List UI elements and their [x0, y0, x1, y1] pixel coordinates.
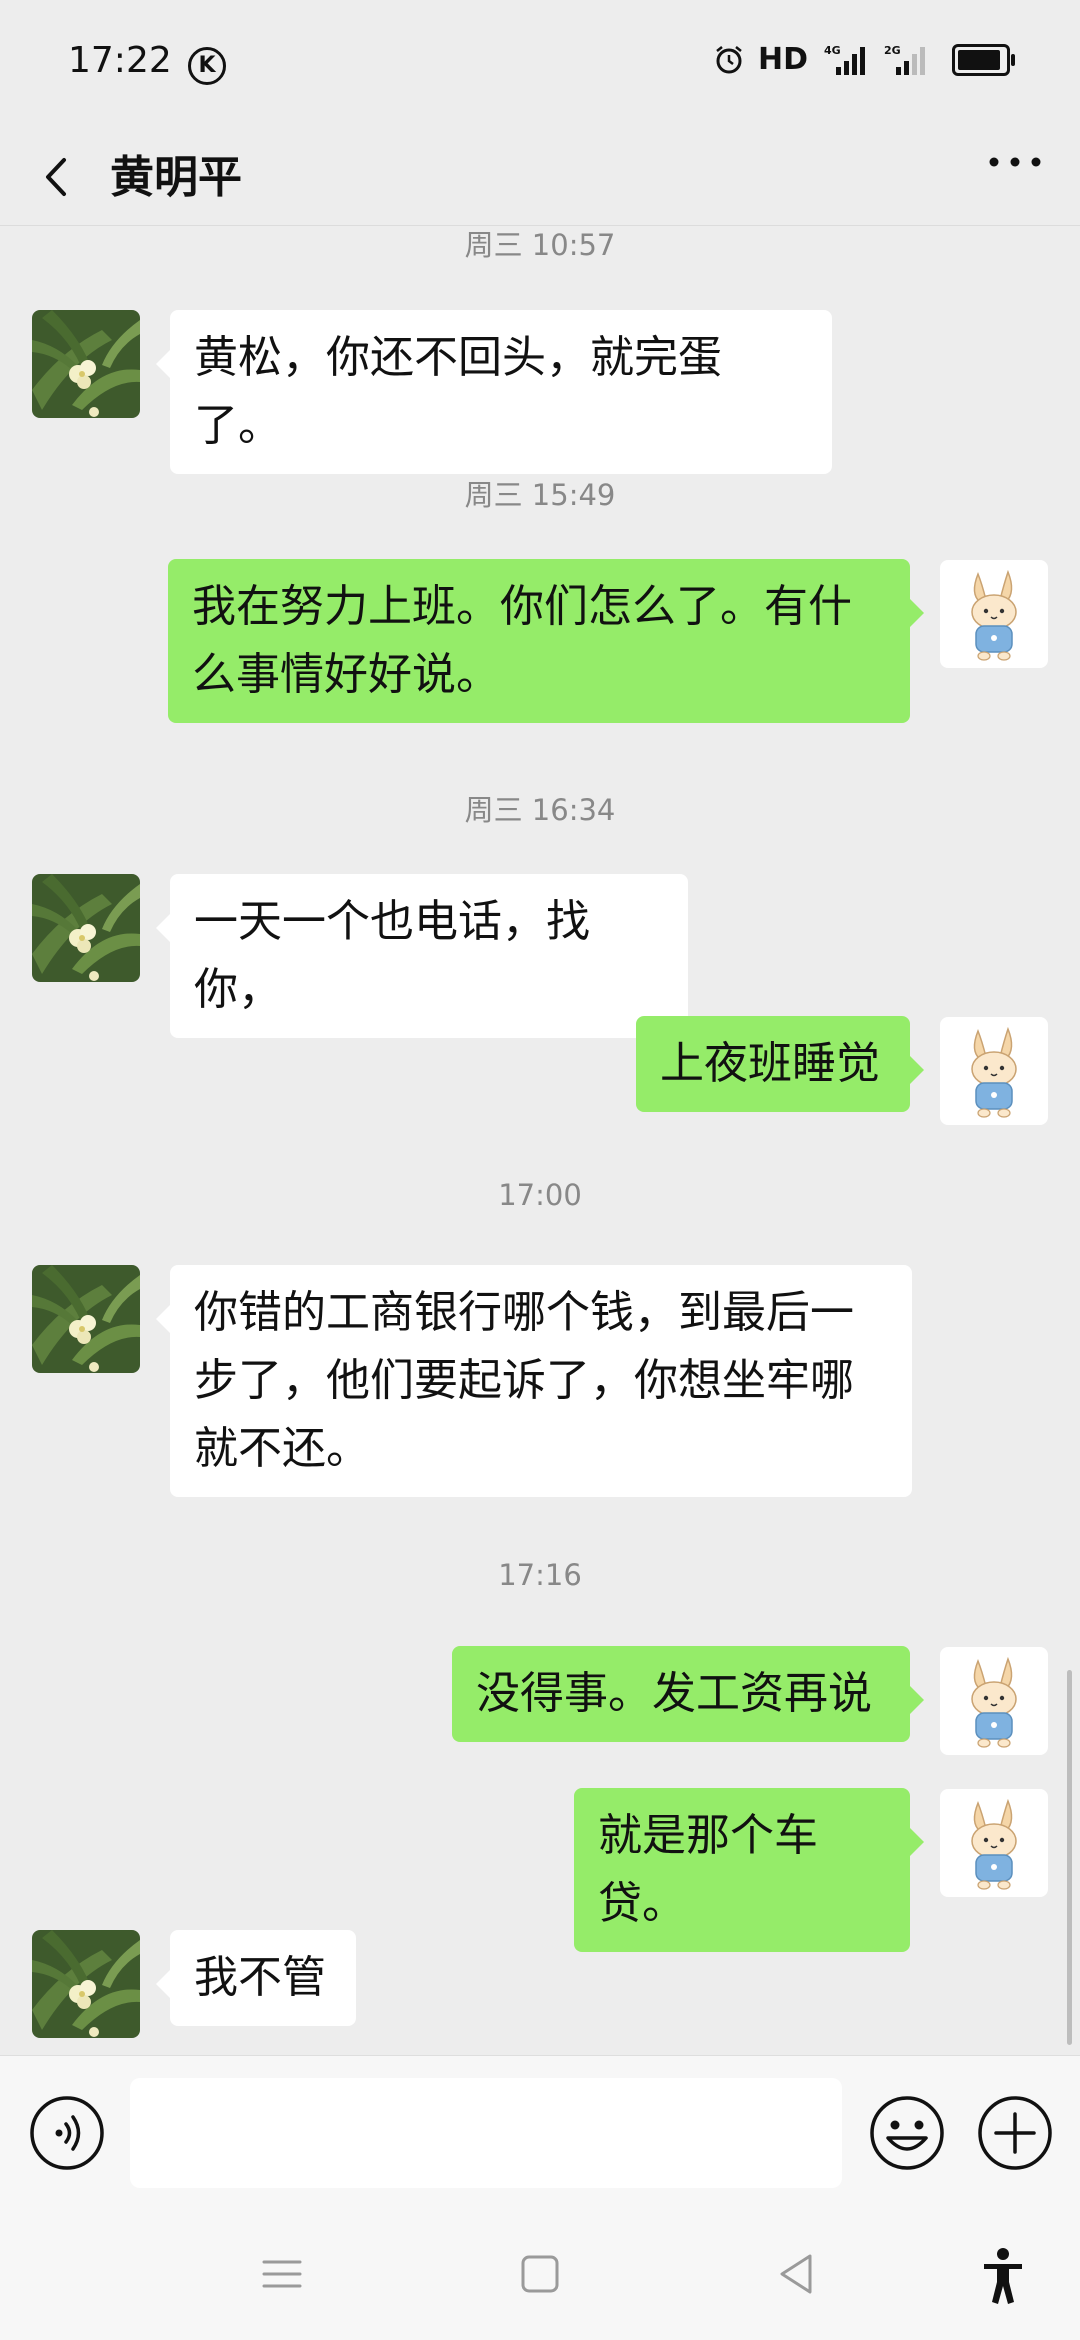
- message-bubble-incoming[interactable]: 我不管: [156, 1930, 356, 2026]
- contact-avatar[interactable]: [32, 1930, 140, 2038]
- chevron-left-icon[interactable]: [30, 130, 90, 225]
- chat-header: 黄明平: [0, 130, 1080, 225]
- input-bar: [0, 2055, 1080, 2211]
- status-bar: 17:22 K HD 4G 2G: [0, 0, 1080, 130]
- signal-2g-icon: 2G: [884, 44, 925, 75]
- message-bubble-outgoing[interactable]: 我在努力上班。你们怎么了。有什么事情好好说。: [168, 559, 924, 723]
- timestamp: 周三 15:49: [464, 478, 616, 512]
- k-badge-icon: K: [188, 47, 226, 85]
- accessibility-icon[interactable]: [978, 2246, 1028, 2306]
- self-avatar[interactable]: [940, 1647, 1048, 1755]
- plus-icon[interactable]: [976, 2094, 1054, 2172]
- alarm-icon: [716, 45, 742, 73]
- self-avatar[interactable]: [940, 1789, 1048, 1897]
- timestamp: 17:16: [498, 1558, 582, 1592]
- message-bubble-outgoing[interactable]: 上夜班睡觉: [636, 1016, 924, 1112]
- home-icon[interactable]: [520, 2254, 560, 2294]
- timestamp: 17:00: [498, 1178, 582, 1212]
- menu-icon[interactable]: [262, 2254, 302, 2294]
- message-bubble-outgoing[interactable]: 就是那个车贷。: [574, 1788, 924, 1952]
- self-avatar[interactable]: [940, 1017, 1048, 1125]
- message-bubble-incoming[interactable]: 一天一个也电话，找你，: [156, 874, 688, 1038]
- status-time: 17:22: [68, 40, 172, 81]
- timestamp: 周三 10:57: [464, 228, 616, 262]
- more-dots-icon[interactable]: [980, 130, 1050, 225]
- message-bubble-incoming[interactable]: 你错的工商银行哪个钱，到最后一步了，他们要起诉了，你想坐牢哪就不还。: [156, 1265, 912, 1497]
- net2-label: 2G: [884, 44, 901, 57]
- signal-4g-icon: 4G: [824, 44, 865, 75]
- message-bubble-incoming[interactable]: 黄松，你还不回头，就完蛋了。: [156, 310, 832, 474]
- chat-title: 黄明平: [110, 153, 242, 202]
- system-nav-bar: [0, 2210, 1080, 2340]
- hd-indicator: HD: [757, 42, 808, 77]
- message-bubble-outgoing[interactable]: 没得事。发工资再说: [452, 1646, 924, 1742]
- contact-avatar[interactable]: [32, 310, 140, 418]
- timestamp: 周三 16:34: [464, 793, 616, 827]
- chat-scrollbar[interactable]: [1067, 1670, 1072, 2045]
- contact-avatar[interactable]: [32, 1265, 140, 1373]
- net1-label: 4G: [824, 44, 841, 57]
- emoji-icon[interactable]: [868, 2094, 946, 2172]
- voice-icon[interactable]: [28, 2094, 106, 2172]
- status-icons: HD 4G 2G: [714, 42, 1015, 77]
- message-input[interactable]: [130, 2078, 842, 2188]
- self-avatar[interactable]: [940, 560, 1048, 668]
- contact-avatar[interactable]: [32, 874, 140, 982]
- back-triangle-icon[interactable]: [776, 2252, 816, 2296]
- battery-icon: [952, 43, 1015, 76]
